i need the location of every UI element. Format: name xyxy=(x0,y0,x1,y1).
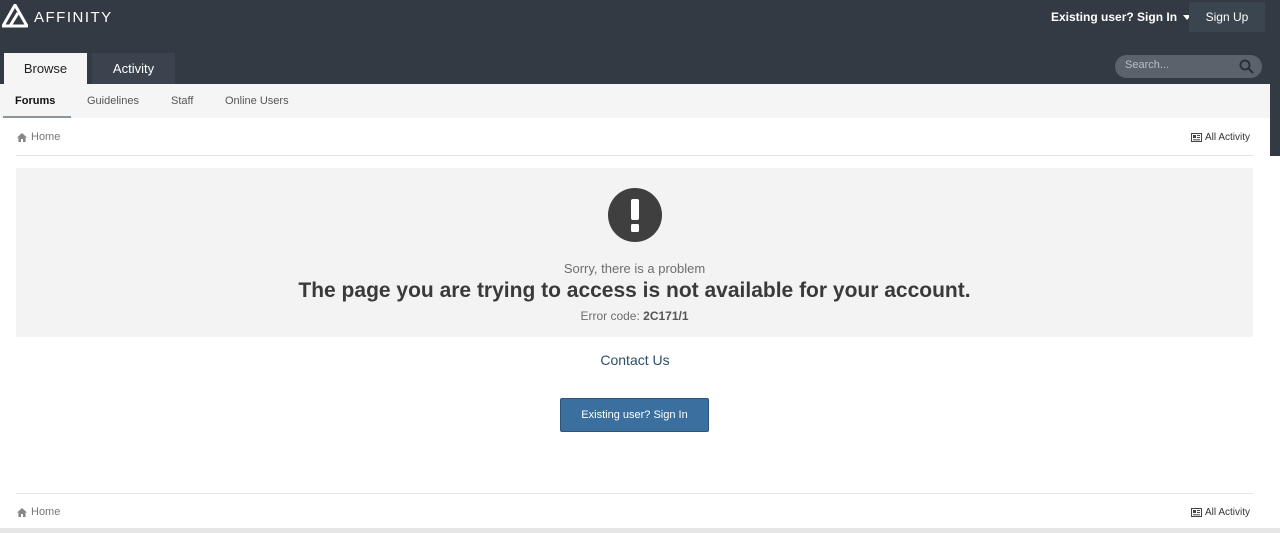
breadcrumb-home-label: Home xyxy=(31,131,61,143)
subnav-item-online-users[interactable]: Online Users xyxy=(225,95,289,107)
sign-in-menu[interactable]: Existing user? Sign In xyxy=(1051,10,1192,24)
error-code-value: 2C171/1 xyxy=(643,309,689,323)
page-bottom-edge xyxy=(0,528,1280,533)
affinity-logo-icon xyxy=(2,4,28,28)
tab-browse[interactable]: Browse xyxy=(4,53,87,84)
header-edge xyxy=(1270,84,1280,156)
subnav-item-staff[interactable]: Staff xyxy=(171,95,193,107)
sign-up-button[interactable]: Sign Up xyxy=(1189,2,1265,32)
activity-feed-icon xyxy=(1191,508,1202,517)
subnav-item-forums[interactable]: Forums xyxy=(15,95,55,107)
breadcrumb-home[interactable]: Home xyxy=(17,131,60,143)
error-title: The page you are trying to access is not… xyxy=(298,279,971,302)
activity-feed-icon xyxy=(1191,133,1202,142)
footer-all-activity-link[interactable]: All Activity xyxy=(1191,507,1250,518)
active-tab-underline xyxy=(3,116,71,118)
tab-activity[interactable]: Activity xyxy=(92,53,175,84)
contact-us-link[interactable]: Contact Us xyxy=(0,352,1270,368)
search-placeholder: Search... xyxy=(1125,59,1170,71)
footer-all-activity-label: All Activity xyxy=(1205,507,1251,518)
all-activity-label: All Activity xyxy=(1205,132,1251,143)
divider xyxy=(16,493,1253,494)
search-input[interactable]: Search... xyxy=(1115,55,1262,78)
footer-breadcrumb-home[interactable]: Home xyxy=(17,506,60,518)
error-subtitle: Sorry, there is a problem xyxy=(563,261,706,276)
search-icon[interactable] xyxy=(1239,59,1254,74)
home-icon xyxy=(17,507,27,517)
logo-text: AFFINITY xyxy=(34,8,113,26)
sign-in-button[interactable]: Existing user? Sign In xyxy=(560,398,709,432)
site-header: AFFINITY Existing user? Sign In Sign Up … xyxy=(0,0,1280,84)
subnav-item-guidelines[interactable]: Guidelines xyxy=(87,95,139,107)
error-code-label: Error code: xyxy=(580,309,640,323)
divider xyxy=(16,155,1253,156)
error-panel: Sorry, there is a problem The page you a… xyxy=(16,168,1253,337)
error-code: Error code: 2C171/1 xyxy=(16,309,1253,323)
affinity-logo[interactable]: AFFINITY xyxy=(2,4,113,28)
sub-navigation: Forums Guidelines Staff Online Users xyxy=(0,84,1270,118)
footer-breadcrumb-home-label: Home xyxy=(31,506,61,518)
sign-in-menu-label: Existing user? Sign In xyxy=(1051,10,1178,24)
all-activity-link[interactable]: All Activity xyxy=(1191,132,1250,143)
exclamation-circle-icon xyxy=(608,188,662,242)
home-icon xyxy=(17,132,27,142)
